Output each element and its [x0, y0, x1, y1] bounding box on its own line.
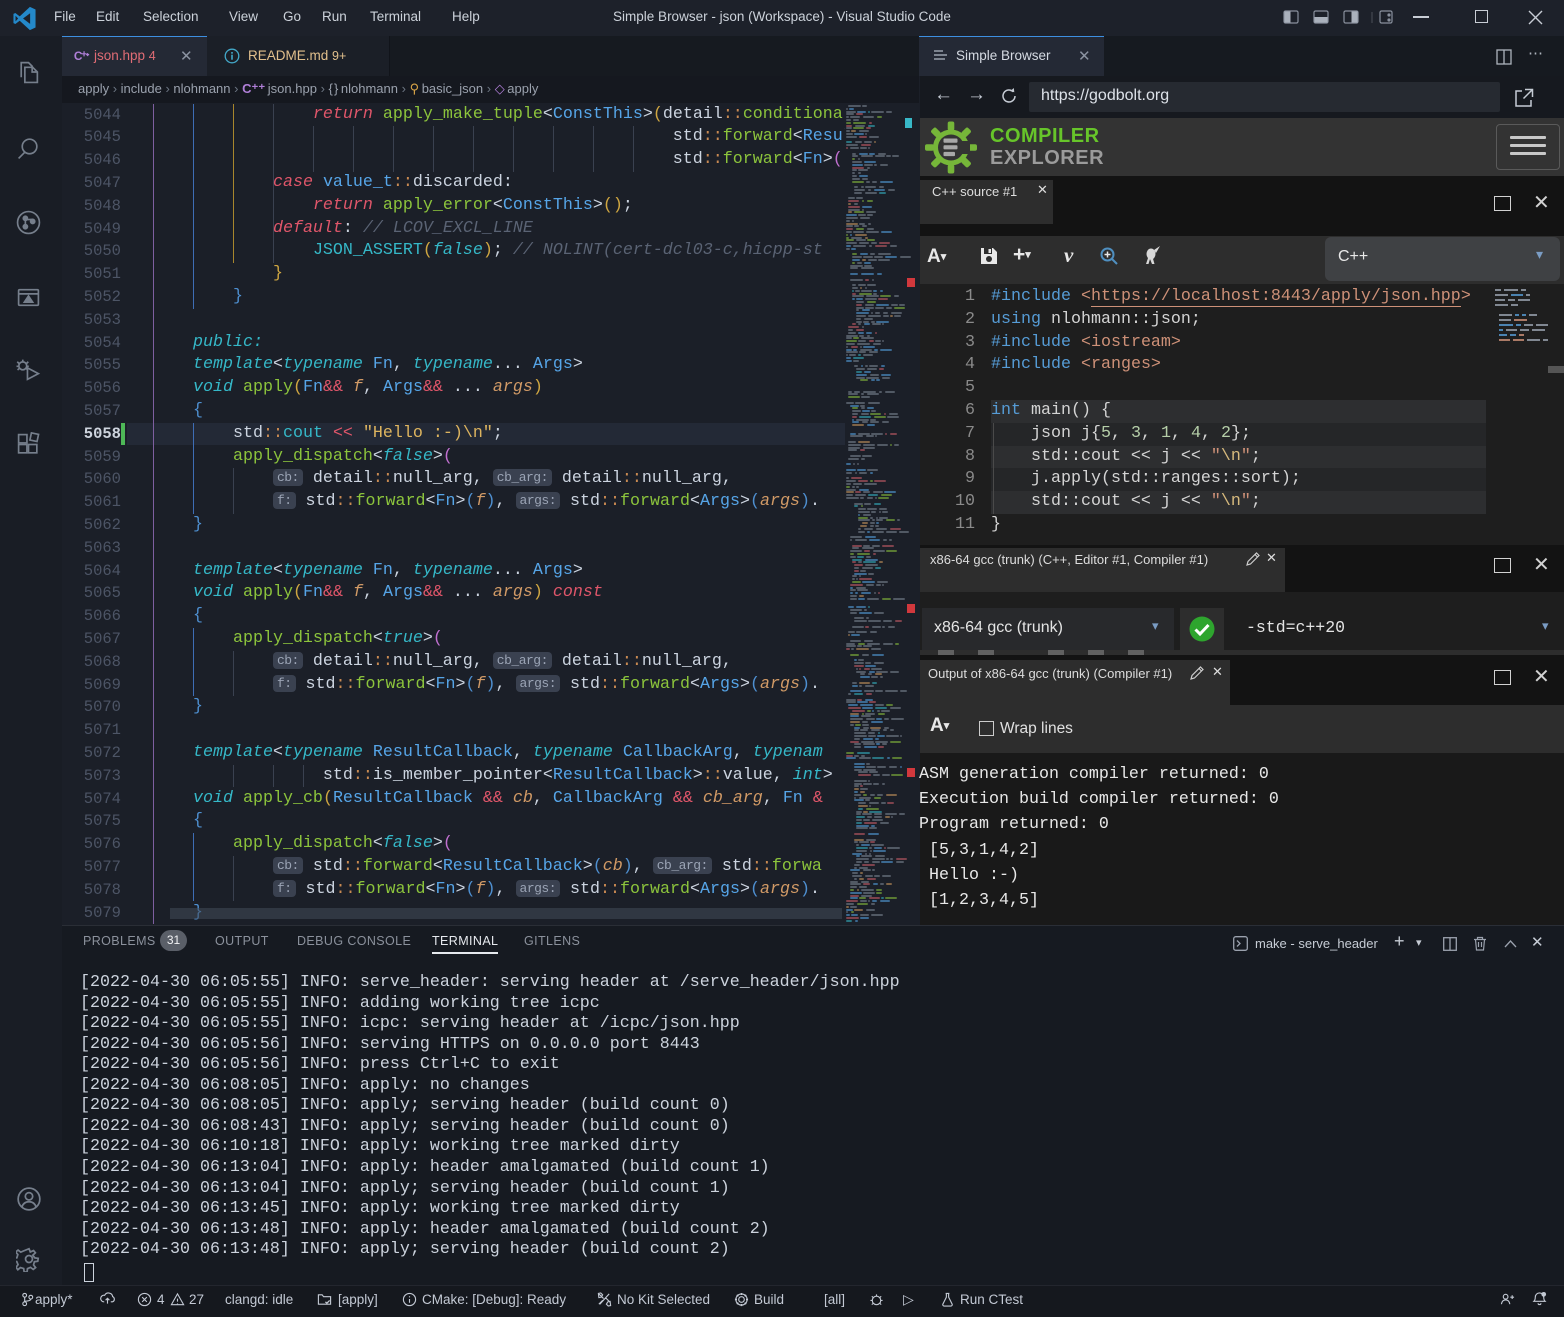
svg-text:C: C [74, 49, 83, 63]
